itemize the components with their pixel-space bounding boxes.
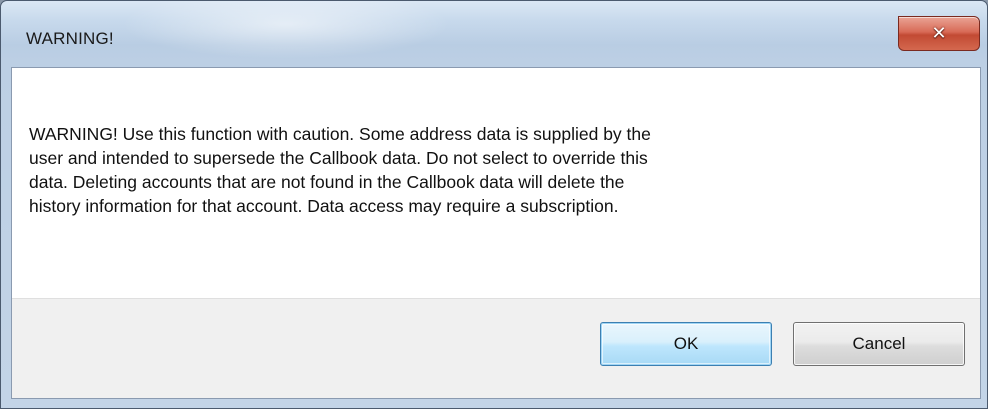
- cancel-button[interactable]: Cancel: [793, 322, 965, 366]
- title-bar[interactable]: WARNING! ✕: [1, 1, 987, 67]
- dialog-title: WARNING!: [26, 29, 114, 48]
- desktop-background: WARNING! ✕ WARNING! Use this function wi…: [0, 0, 988, 409]
- warning-message: WARNING! Use this function with caution.…: [29, 124, 651, 216]
- warning-dialog: WARNING! ✕ WARNING! Use this function wi…: [0, 0, 988, 409]
- dialog-content: WARNING! Use this function with caution.…: [11, 67, 981, 399]
- ok-button[interactable]: OK: [600, 322, 772, 366]
- message-panel: WARNING! Use this function with caution.…: [12, 68, 980, 299]
- close-button[interactable]: ✕: [898, 16, 980, 51]
- close-icon: ✕: [931, 22, 947, 44]
